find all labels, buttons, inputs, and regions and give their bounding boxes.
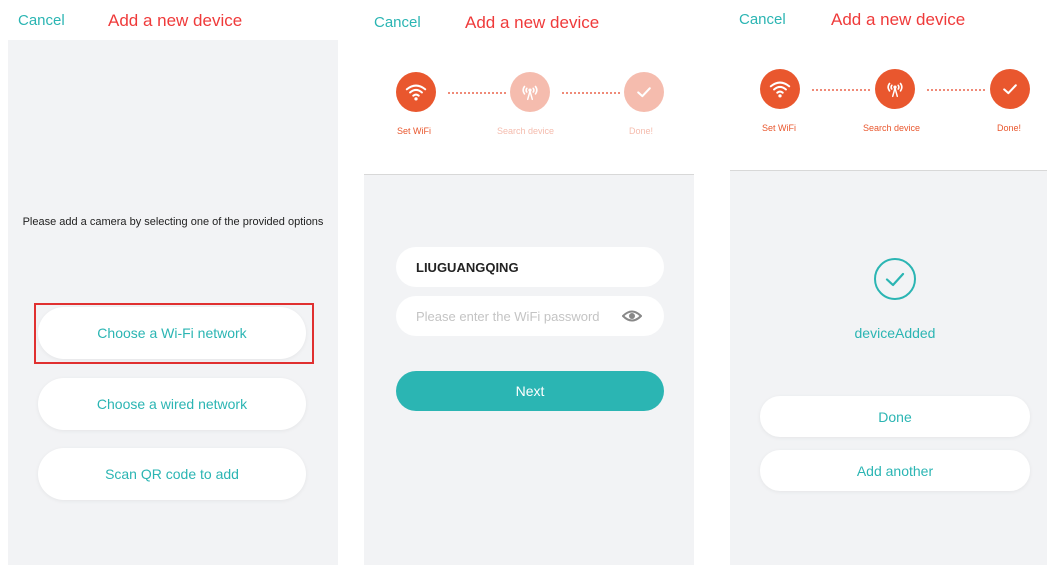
eye-icon[interactable]: [622, 309, 642, 323]
progress-steps: Set WiFi Search device Done!: [730, 40, 1047, 171]
content-area: LIUGUANGQING Please enter the WiFi passw…: [364, 175, 694, 565]
step-label: Done!: [997, 123, 1022, 133]
content-area: [730, 171, 1047, 565]
screen-device-added: Cancel Add a new device Set WiFi Search …: [730, 0, 1047, 565]
wifi-ssid-value: LIUGUANGQING: [416, 259, 519, 275]
step-connector: [927, 89, 985, 91]
cancel-button[interactable]: Cancel: [739, 11, 786, 28]
signal-tower-icon: [522, 85, 538, 101]
next-button[interactable]: Next: [396, 371, 664, 411]
page-title: Add a new device: [465, 13, 600, 32]
screen-set-wifi: Cancel Add a new device Set WiFi Search …: [364, 0, 694, 565]
signal-tower-icon: [887, 82, 903, 98]
success-check-icon: [874, 258, 916, 300]
step-set-wifi: [760, 69, 800, 109]
check-icon: [637, 87, 651, 98]
header: Cancel Add a new device: [8, 0, 338, 40]
header: Cancel Add a new device: [730, 0, 1047, 40]
step-label: Set WiFi: [397, 126, 432, 136]
password-placeholder: Please enter the WiFi password: [416, 308, 600, 324]
wifi-icon: [769, 81, 791, 98]
choose-wired-network-button[interactable]: Choose a wired network: [38, 378, 306, 430]
wifi-icon: [405, 84, 427, 101]
cancel-button[interactable]: Cancel: [18, 12, 65, 29]
highlight-box: [34, 303, 314, 364]
done-button[interactable]: Done: [760, 396, 1030, 437]
step-done: [990, 69, 1030, 109]
wifi-ssid-field[interactable]: LIUGUANGQING: [396, 247, 664, 287]
step-label: Search device: [497, 126, 555, 136]
step-connector: [562, 92, 620, 94]
header: Cancel Add a new device: [364, 0, 694, 40]
step-label: Search device: [863, 123, 921, 133]
scan-qr-code-button[interactable]: Scan QR code to add: [38, 448, 306, 500]
step-connector: [812, 89, 870, 91]
step-label: Done!: [629, 126, 654, 136]
check-icon: [1003, 84, 1017, 95]
step-set-wifi: [396, 72, 436, 112]
wifi-password-field[interactable]: Please enter the WiFi password: [396, 296, 664, 336]
status-text: deviceAdded: [854, 325, 936, 341]
step-label: Set WiFi: [762, 123, 797, 133]
content-area: Please add a camera by selecting one of …: [8, 40, 338, 565]
screen-choose-method: Cancel Add a new device Please add a cam…: [8, 0, 338, 565]
progress-steps: Set WiFi Search device Done!: [364, 40, 694, 175]
instruction-text: Please add a camera by selecting one of …: [22, 216, 324, 228]
page-title: Add a new device: [831, 10, 966, 29]
step-search-device: [510, 72, 550, 112]
add-another-button[interactable]: Add another: [760, 450, 1030, 491]
step-search-device: [875, 69, 915, 109]
cancel-button[interactable]: Cancel: [374, 14, 421, 31]
step-done: [624, 72, 664, 112]
page-title: Add a new device: [108, 11, 243, 30]
step-connector: [448, 92, 506, 94]
